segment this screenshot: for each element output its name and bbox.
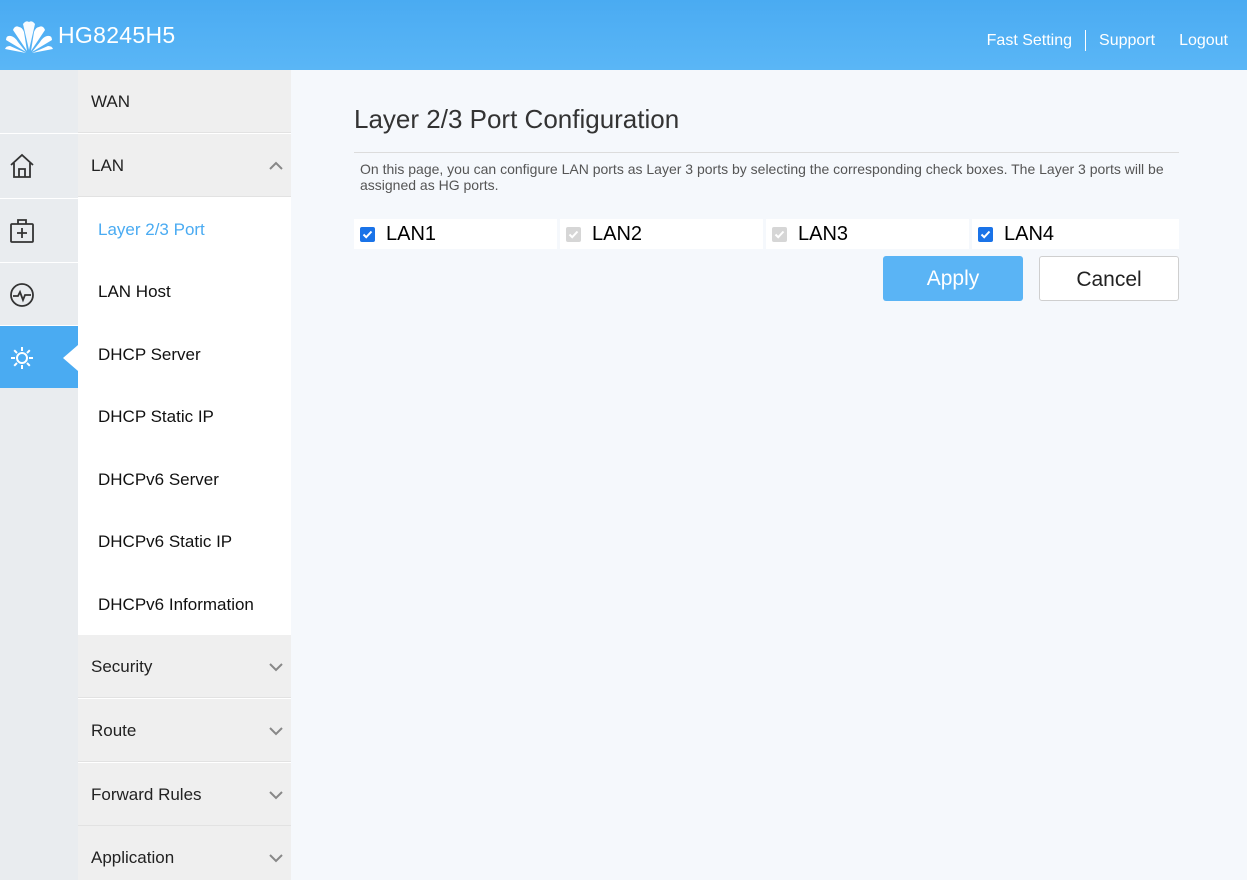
menu-group-application[interactable]: Application — [78, 826, 291, 880]
menu-item-label: DHCPv6 Server — [98, 470, 219, 489]
top-header: HG8245H5 Fast Setting Support Logout — [0, 0, 1247, 70]
maintenance-nav-button[interactable] — [0, 198, 78, 261]
port-checkbox-row: LAN1 LAN2 LAN3 LAN4 — [354, 219, 1179, 249]
settings-nav-button[interactable] — [0, 325, 78, 388]
menu-group-label: Security — [91, 657, 153, 676]
menu-group-label: WAN — [91, 92, 131, 111]
main-content: Layer 2/3 Port Configuration On this pag… — [291, 70, 1247, 880]
lan4-checkbox[interactable] — [978, 227, 993, 242]
icon-sidebar — [0, 70, 78, 880]
checkmark-icon — [980, 230, 991, 239]
top-links: Fast Setting Support Logout — [987, 30, 1228, 51]
home-nav-button[interactable] — [0, 133, 78, 196]
menu-item-layer-2-3-port[interactable]: Layer 2/3 Port — [78, 198, 291, 260]
menu-group-forward-rules[interactable]: Forward Rules — [78, 763, 291, 826]
port-lan3: LAN3 — [766, 219, 972, 249]
settings-menu: WAN LAN Layer 2/3 Port LAN Host DHCP Ser… — [78, 70, 291, 880]
port-lan4: LAN4 — [972, 219, 1178, 249]
huawei-logo-icon — [5, 21, 53, 53]
menu-group-label: LAN — [91, 156, 125, 175]
support-link[interactable]: Support — [1099, 32, 1155, 50]
menu-item-dhcpv6-information[interactable]: DHCPv6 Information — [78, 573, 291, 635]
port-label: LAN3 — [798, 223, 849, 245]
port-label: LAN4 — [1004, 223, 1055, 245]
menu-item-label: DHCP Server — [98, 345, 201, 364]
menu-item-lan-host[interactable]: LAN Host — [78, 260, 291, 322]
port-lan2: LAN2 — [560, 219, 766, 249]
port-lan1: LAN1 — [354, 219, 560, 249]
chevron-down-icon — [269, 727, 283, 736]
menu-item-dhcpv6-server[interactable]: DHCPv6 Server — [78, 448, 291, 510]
cancel-button[interactable]: Cancel — [1039, 256, 1179, 301]
link-divider — [1085, 30, 1087, 51]
menu-group-label: Application — [91, 848, 175, 867]
port-label: LAN1 — [386, 223, 437, 245]
port-label: LAN2 — [592, 223, 643, 245]
logout-link[interactable]: Logout — [1179, 32, 1228, 50]
page-title: Layer 2/3 Port Configuration — [354, 104, 680, 134]
lan2-checkbox — [566, 227, 581, 242]
status-nav-button[interactable] — [0, 262, 78, 325]
chevron-down-icon — [269, 791, 283, 800]
chevron-down-icon — [269, 854, 283, 863]
menu-group-label: Route — [91, 721, 137, 740]
menu-item-dhcp-server[interactable]: DHCP Server — [78, 323, 291, 385]
menu-item-label: Layer 2/3 Port — [98, 220, 205, 239]
menu-group-route[interactable]: Route — [78, 699, 291, 762]
menu-item-label: DHCPv6 Static IP — [98, 532, 233, 551]
monitor-icon — [10, 283, 34, 307]
title-divider — [354, 152, 1179, 153]
device-model: HG8245H5 — [58, 22, 176, 48]
checkmark-icon — [568, 230, 579, 239]
menu-group-lan[interactable]: LAN — [78, 134, 291, 197]
lan1-checkbox[interactable] — [360, 227, 375, 242]
chevron-down-icon — [269, 663, 283, 672]
menu-group-wan[interactable]: WAN — [78, 70, 291, 133]
checkmark-icon — [362, 230, 373, 239]
checkmark-icon — [774, 230, 785, 239]
chevron-up-icon — [269, 161, 283, 170]
gear-icon — [11, 347, 33, 369]
home-icon — [10, 153, 34, 178]
menu-item-dhcp-static-ip[interactable]: DHCP Static IP — [78, 385, 291, 447]
menu-item-label: DHCPv6 Information — [98, 595, 254, 614]
page-description: On this page, you can configure LAN port… — [360, 161, 1164, 193]
menu-item-label: LAN Host — [98, 282, 171, 301]
menu-group-label: Forward Rules — [91, 785, 202, 804]
menu-item-label: DHCP Static IP — [98, 407, 214, 426]
add-box-icon — [10, 219, 34, 243]
fast-setting-link[interactable]: Fast Setting — [987, 32, 1072, 50]
menu-group-security[interactable]: Security — [78, 635, 291, 698]
apply-button[interactable]: Apply — [883, 256, 1023, 301]
lan3-checkbox — [772, 227, 787, 242]
menu-item-dhcpv6-static-ip[interactable]: DHCPv6 Static IP — [78, 510, 291, 572]
